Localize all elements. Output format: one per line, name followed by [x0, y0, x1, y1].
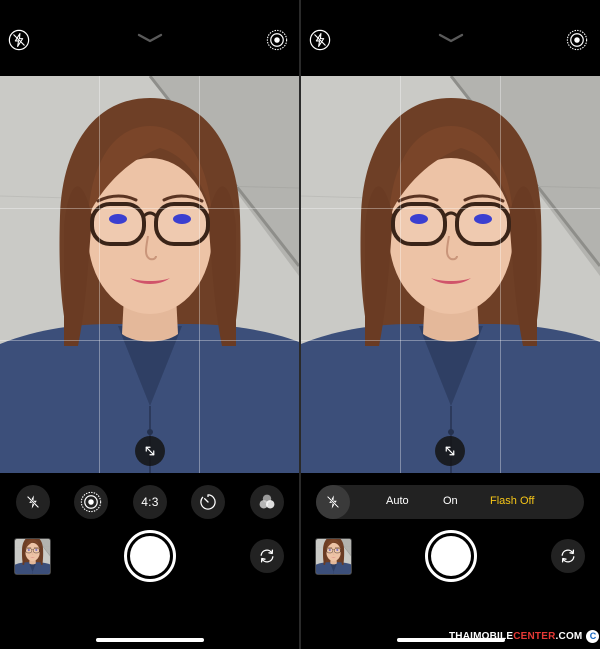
grid-line — [301, 340, 600, 341]
camera-controls-row: 4:3 — [0, 485, 299, 519]
grid-line — [301, 208, 600, 209]
camera-screen-standard: 4:3 — [0, 0, 299, 649]
live-photo-icon[interactable] — [566, 29, 588, 51]
filters-button[interactable] — [250, 485, 284, 519]
timer-icon — [198, 492, 218, 512]
shutter-button[interactable] — [124, 530, 176, 582]
top-bar — [301, 0, 600, 76]
camera-preview-image — [301, 76, 600, 473]
chevron-down-icon[interactable] — [136, 31, 164, 45]
aspect-ratio-label: 4:3 — [141, 495, 159, 509]
watermark-prefix: THAIMOBILE — [449, 630, 514, 642]
chevron-down-icon[interactable] — [437, 31, 465, 45]
flash-button[interactable] — [316, 485, 350, 519]
viewfinder[interactable] — [0, 76, 299, 473]
flash-button[interactable] — [16, 485, 50, 519]
grid-line — [199, 76, 200, 473]
grid-line — [400, 76, 401, 473]
flash-off-icon — [323, 492, 343, 512]
watermark-suffix: .COM — [555, 630, 583, 642]
camera-screen-flash-menu: Auto On Flash Off — [301, 0, 600, 649]
grid-line — [0, 340, 299, 341]
expand-arrows-icon — [441, 442, 459, 460]
camera-flip-button[interactable] — [250, 539, 284, 573]
shutter-button[interactable] — [425, 530, 477, 582]
expand-arrows-icon — [141, 442, 159, 460]
last-photo-thumbnail[interactable] — [315, 538, 352, 575]
flash-off-icon[interactable] — [309, 29, 331, 51]
live-photo-button[interactable] — [74, 485, 108, 519]
grid-line — [99, 76, 100, 473]
zoom-button[interactable] — [435, 436, 465, 466]
flash-option-auto[interactable]: Auto — [386, 495, 409, 507]
grid-line — [0, 208, 299, 209]
camera-preview-image — [0, 76, 299, 473]
flash-option-on[interactable]: On — [443, 495, 458, 507]
last-photo-thumbnail[interactable] — [14, 538, 51, 575]
flash-off-icon — [23, 492, 43, 512]
timer-button[interactable] — [191, 485, 225, 519]
viewfinder[interactable] — [301, 76, 600, 473]
flash-option-off[interactable]: Flash Off — [490, 495, 534, 507]
flash-options-menu: Auto On Flash Off — [316, 485, 584, 519]
camera-flip-button[interactable] — [551, 539, 585, 573]
zoom-button[interactable] — [135, 436, 165, 466]
camera-flip-icon — [257, 546, 277, 566]
home-indicator[interactable] — [96, 638, 204, 642]
grid-line — [500, 76, 501, 473]
flash-off-icon[interactable] — [8, 29, 30, 51]
camera-flip-icon — [558, 546, 578, 566]
live-photo-icon — [80, 491, 102, 513]
filters-icon — [256, 491, 278, 513]
watermark-badge: C — [586, 629, 600, 643]
aspect-ratio-button[interactable]: 4:3 — [133, 485, 167, 519]
live-photo-icon[interactable] — [266, 29, 288, 51]
watermark: THAIMOBILE CENTER .COM C — [449, 628, 600, 644]
watermark-accent: CENTER — [513, 630, 556, 642]
top-bar — [0, 0, 299, 76]
